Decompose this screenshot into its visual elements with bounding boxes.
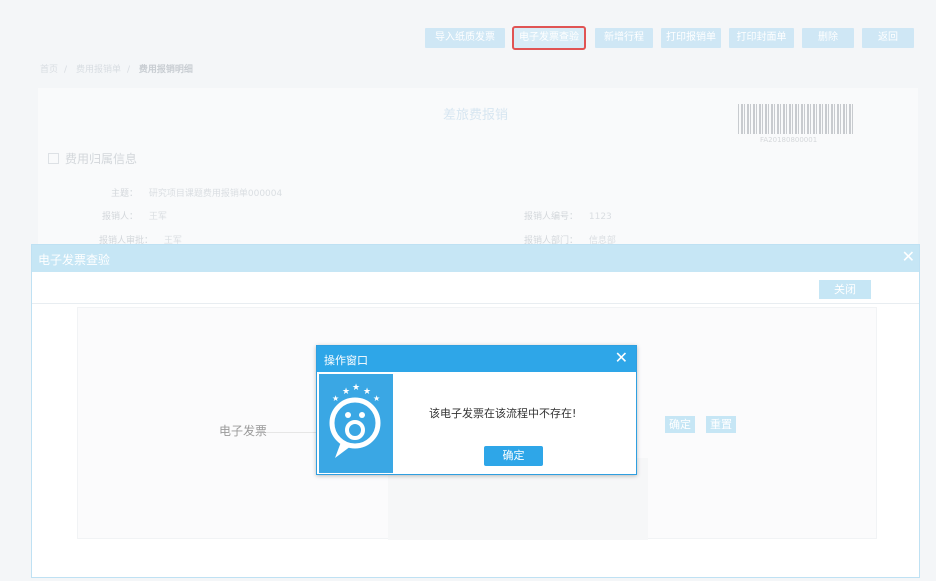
barcode-number: FA20180800001 [760, 136, 818, 144]
popup-ok-button[interactable]: 确定 [484, 446, 543, 466]
add-trip-button[interactable]: 新增行程 [595, 28, 653, 48]
popup-header: 操作窗口 ✕ [317, 346, 636, 372]
popup-close-icon[interactable]: ✕ [615, 348, 628, 367]
svg-text:★: ★ [363, 387, 371, 397]
form-title: 差旅费报销 [443, 108, 509, 123]
invoice-reset-button[interactable]: 重置 [706, 416, 736, 433]
section-title: 费用归属信息 [48, 150, 137, 167]
invoice-label: 电子发票 [219, 424, 268, 438]
popup-title: 操作窗口 [324, 354, 368, 367]
svg-text:★: ★ [332, 394, 339, 403]
operation-popup: 操作窗口 ✕ ★ ★ ★ ★ ★ 该电子发票在该流程中不存在! 确定 [316, 345, 637, 475]
applicant-row: 报销人： 王军 [93, 209, 167, 222]
print-reimbursement-button[interactable]: 打印报销单 [661, 28, 721, 48]
dialog-close-button[interactable]: 关闭 [819, 280, 871, 299]
invoice-confirm-button[interactable]: 确定 [665, 416, 695, 433]
barcode-image [738, 104, 853, 134]
breadcrumb-home[interactable]: 首页 [40, 65, 58, 75]
svg-text:★: ★ [373, 394, 380, 403]
popup-message: 该电子发票在该流程中不存在! [429, 407, 577, 420]
subject-value: 研究项目课题费用报销单000004 [148, 189, 283, 199]
applicant-no-value: 1123 [588, 212, 612, 222]
svg-text:★: ★ [342, 387, 350, 397]
dialog-title: 电子发票查验 [38, 253, 111, 267]
print-cover-button[interactable]: 打印封面单 [729, 28, 794, 48]
subject-label: 主题： [110, 189, 138, 199]
e-invoice-check-button[interactable]: 电子发票查验 [512, 26, 586, 50]
applicant-value: 王军 [148, 212, 167, 222]
form-card: 差旅费报销 FA20180800001 费用归属信息 主题： 研究项目课题费用报… [38, 88, 918, 248]
breadcrumb-list[interactable]: 费用报销单 [76, 65, 121, 75]
breadcrumb: 首页 / 费用报销单 / 费用报销明细 [40, 65, 193, 75]
dialog-header: 电子发票查验 ✕ [32, 245, 919, 272]
back-button[interactable]: 返回 [862, 28, 914, 48]
subject-row: 主题： 研究项目课题费用报销单000004 [108, 186, 282, 199]
delete-button[interactable]: 删除 [802, 28, 854, 48]
import-paper-invoice-button[interactable]: 导入纸质发票 [425, 28, 505, 48]
applicant-no-label: 报销人编号： [523, 212, 578, 222]
dialog-toolbar: 关闭 [32, 272, 919, 304]
smiley-mascot-icon: ★ ★ ★ ★ ★ [319, 374, 393, 473]
applicant-no-row: 报销人编号： 1123 [518, 209, 612, 222]
applicant-label: 报销人： [101, 212, 138, 222]
svg-text:★: ★ [352, 383, 360, 393]
breadcrumb-current: 费用报销明细 [138, 65, 193, 75]
dialog-close-icon[interactable]: ✕ [902, 247, 915, 266]
